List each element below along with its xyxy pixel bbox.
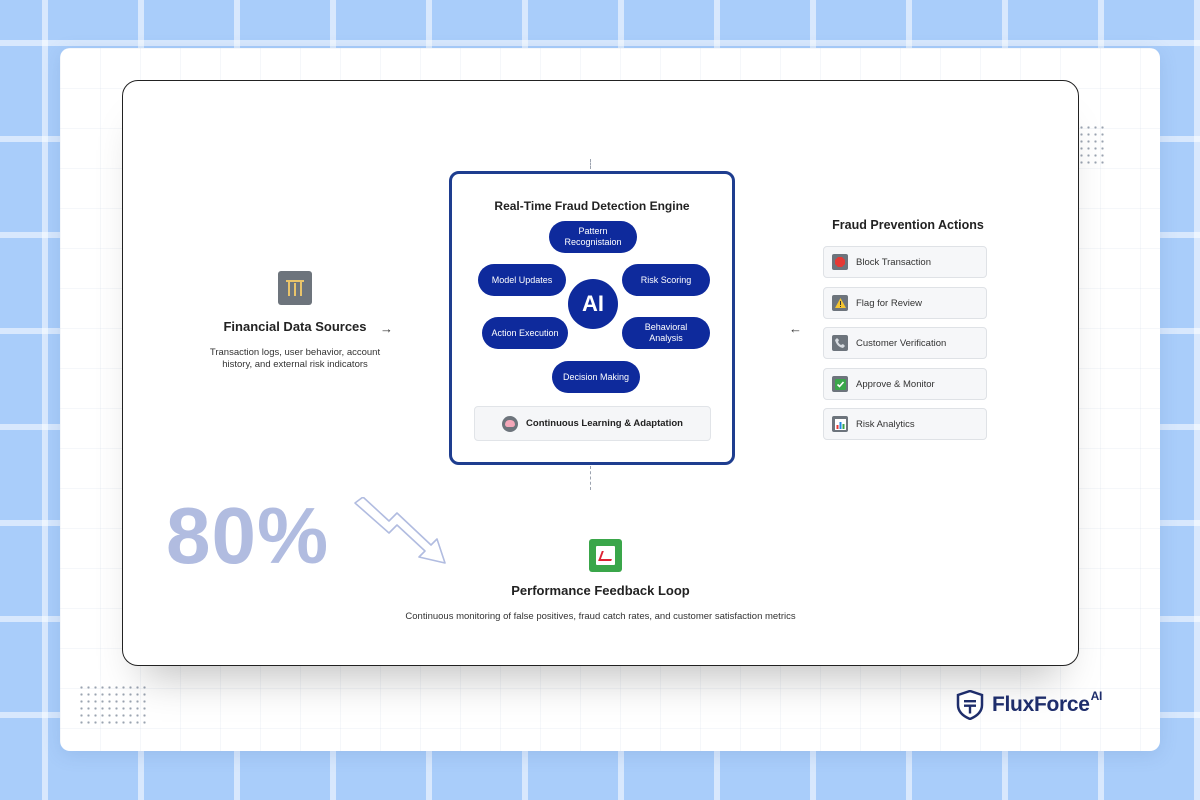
stop-sign-icon: [832, 254, 848, 270]
chart-trend-icon: [589, 539, 622, 572]
action-flag-for-review: Flag for Review: [823, 287, 987, 319]
feedback-description: Continuous monitoring of false positives…: [405, 611, 796, 622]
dot-pattern: [78, 684, 146, 724]
content-panel: Financial Data Sources Transaction logs,…: [60, 48, 1160, 751]
action-risk-analytics: Risk Analytics: [823, 408, 987, 440]
financial-data-sources: Financial Data Sources Transaction logs,…: [205, 271, 385, 371]
warning-icon: [832, 295, 848, 311]
data-sources-description: Transaction logs, user behavior, account…: [209, 347, 381, 370]
shield-icon: [956, 690, 984, 720]
node-action-execution: Action Execution: [482, 317, 568, 349]
connector-line: [590, 159, 591, 169]
bar-chart-icon: [832, 416, 848, 432]
brand-name: FluxForceAI: [992, 689, 1102, 717]
engine-title: Real-Time Fraud Detection Engine: [494, 199, 690, 213]
action-label: Approve & Monitor: [856, 378, 935, 390]
bank-icon: [278, 271, 312, 305]
check-icon: [832, 376, 848, 392]
brand-suffix: AI: [1090, 689, 1103, 703]
data-sources-title: Financial Data Sources: [223, 319, 367, 334]
action-approve-monitor: Approve & Monitor: [823, 368, 987, 400]
node-model-updates: Model Updates: [478, 264, 566, 296]
arrow-right-icon: →: [380, 321, 393, 336]
action-label: Flag for Review: [856, 297, 922, 309]
continuous-learning-bar: Continuous Learning & Adaptation: [474, 406, 711, 441]
phone-icon: [832, 335, 848, 351]
connector-line: [590, 466, 591, 490]
node-pattern-recognition: Pattern Recognistaion: [549, 221, 637, 253]
fraud-detection-engine: Real-Time Fraud Detection Engine Pattern…: [449, 171, 735, 465]
brand-name-text: FluxForce: [992, 693, 1090, 716]
brain-icon: [502, 415, 519, 432]
arrow-left-icon: ←: [789, 321, 802, 336]
continuous-learning-label: Continuous Learning & Adaptation: [526, 418, 683, 429]
action-label: Risk Analytics: [856, 418, 915, 430]
trend-down-arrow-icon: [354, 497, 446, 564]
node-decision-making: Decision Making: [552, 361, 640, 393]
action-label: Customer Verification: [856, 337, 947, 349]
action-block-transaction: Block Transaction: [823, 246, 987, 278]
action-label: Block Transaction: [856, 256, 931, 268]
diagram-card: Financial Data Sources Transaction logs,…: [122, 80, 1079, 666]
action-customer-verification: Customer Verification: [823, 327, 987, 359]
stat-percentage: 80%: [166, 491, 330, 580]
actions-title: Fraud Prevention Actions: [832, 218, 984, 232]
ai-core: AI: [568, 279, 618, 329]
fluxforce-logo: FluxForceAI: [956, 689, 1102, 720]
node-behavioral-analysis: Behavioral Analysis: [622, 317, 710, 349]
node-risk-scoring: Risk Scoring: [622, 264, 710, 296]
feedback-title: Performance Feedback Loop: [511, 583, 690, 598]
